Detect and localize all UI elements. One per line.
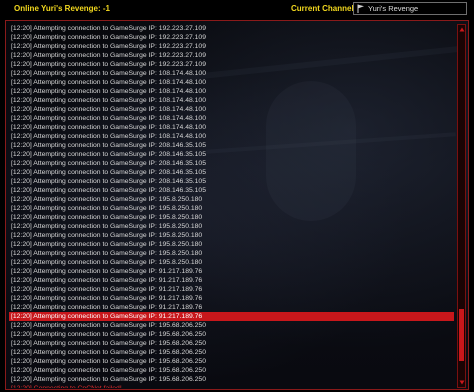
- chat-line[interactable]: [12:20] Attempting connection to GameSur…: [9, 231, 454, 240]
- chat-line[interactable]: [12:20] Attempting connection to GameSur…: [9, 51, 454, 60]
- scroll-up-icon[interactable]: [458, 26, 465, 33]
- chat-line[interactable]: [12:20] Attempting connection to GameSur…: [9, 330, 454, 339]
- chat-line[interactable]: [12:20] Attempting connection to GameSur…: [9, 186, 454, 195]
- chat-line[interactable]: [12:20] Attempting connection to GameSur…: [9, 96, 454, 105]
- chat-line[interactable]: [12:20] Attempting connection to GameSur…: [9, 87, 454, 96]
- scroll-thumb[interactable]: [459, 309, 464, 361]
- chat-line[interactable]: [12:20] Attempting connection to GameSur…: [9, 105, 454, 114]
- chat-line[interactable]: [12:20] Attempting connection to GameSur…: [9, 285, 454, 294]
- chat-line[interactable]: [12:20] Attempting connection to GameSur…: [9, 33, 454, 42]
- chat-line[interactable]: [12:20] Attempting connection to GameSur…: [9, 123, 454, 132]
- chat-line[interactable]: [12:20] Attempting connection to GameSur…: [9, 366, 454, 375]
- chat-line[interactable]: [12:20] Attempting connection to GameSur…: [9, 141, 454, 150]
- chat-line[interactable]: [12:20] Attempting connection to GameSur…: [9, 150, 454, 159]
- chat-line[interactable]: [12:20] Attempting connection to GameSur…: [9, 222, 454, 231]
- chat-line[interactable]: [12:20] Attempting connection to GameSur…: [9, 159, 454, 168]
- channel-dropdown-value: Yuri's Revenge: [368, 4, 419, 13]
- chat-panel: [12:20] Attempting connection to GameSur…: [5, 20, 469, 390]
- current-channel-label: Current Channel:: [291, 4, 357, 13]
- chat-line[interactable]: [12:20] Attempting connection to GameSur…: [9, 276, 454, 285]
- chat-line-error[interactable]: [12:20] Connecting to CnCNet failed!: [9, 384, 454, 388]
- scroll-down-icon[interactable]: [458, 379, 465, 386]
- top-bar: Online Yuri's Revenge: -1 Current Channe…: [0, 0, 474, 18]
- chat-line[interactable]: [12:20] Attempting connection to GameSur…: [9, 204, 454, 213]
- flag-icon: [356, 4, 365, 13]
- chat-log[interactable]: [12:20] Attempting connection to GameSur…: [9, 24, 454, 388]
- online-count-label: Online Yuri's Revenge: -1: [14, 4, 111, 13]
- chat-line[interactable]: [12:20] Attempting connection to GameSur…: [9, 303, 454, 312]
- chat-line[interactable]: [12:20] Attempting connection to GameSur…: [9, 339, 454, 348]
- chat-line[interactable]: [12:20] Attempting connection to GameSur…: [9, 213, 454, 222]
- chat-line[interactable]: [12:20] Attempting connection to GameSur…: [9, 267, 454, 276]
- chat-line-selected[interactable]: [12:20] Attempting connection to GameSur…: [9, 312, 454, 321]
- chat-line[interactable]: [12:20] Attempting connection to GameSur…: [9, 42, 454, 51]
- chat-line[interactable]: [12:20] Attempting connection to GameSur…: [9, 249, 454, 258]
- chat-line[interactable]: [12:20] Attempting connection to GameSur…: [9, 24, 454, 33]
- channel-dropdown[interactable]: Yuri's Revenge: [353, 2, 467, 15]
- chat-line[interactable]: [12:20] Attempting connection to GameSur…: [9, 78, 454, 87]
- chat-line[interactable]: [12:20] Attempting connection to GameSur…: [9, 114, 454, 123]
- chat-line[interactable]: [12:20] Attempting connection to GameSur…: [9, 132, 454, 141]
- chat-line[interactable]: [12:20] Attempting connection to GameSur…: [9, 177, 454, 186]
- chat-line[interactable]: [12:20] Attempting connection to GameSur…: [9, 375, 454, 384]
- chat-line[interactable]: [12:20] Attempting connection to GameSur…: [9, 240, 454, 249]
- chat-line[interactable]: [12:20] Attempting connection to GameSur…: [9, 294, 454, 303]
- chat-line[interactable]: [12:20] Attempting connection to GameSur…: [9, 348, 454, 357]
- chat-line[interactable]: [12:20] Attempting connection to GameSur…: [9, 60, 454, 69]
- chat-line[interactable]: [12:20] Attempting connection to GameSur…: [9, 69, 454, 78]
- chat-line[interactable]: [12:20] Attempting connection to GameSur…: [9, 357, 454, 366]
- chat-line[interactable]: [12:20] Attempting connection to GameSur…: [9, 168, 454, 177]
- chat-line[interactable]: [12:20] Attempting connection to GameSur…: [9, 321, 454, 330]
- chat-line[interactable]: [12:20] Attempting connection to GameSur…: [9, 195, 454, 204]
- chat-scrollbar[interactable]: [457, 24, 466, 388]
- chat-line[interactable]: [12:20] Attempting connection to GameSur…: [9, 258, 454, 267]
